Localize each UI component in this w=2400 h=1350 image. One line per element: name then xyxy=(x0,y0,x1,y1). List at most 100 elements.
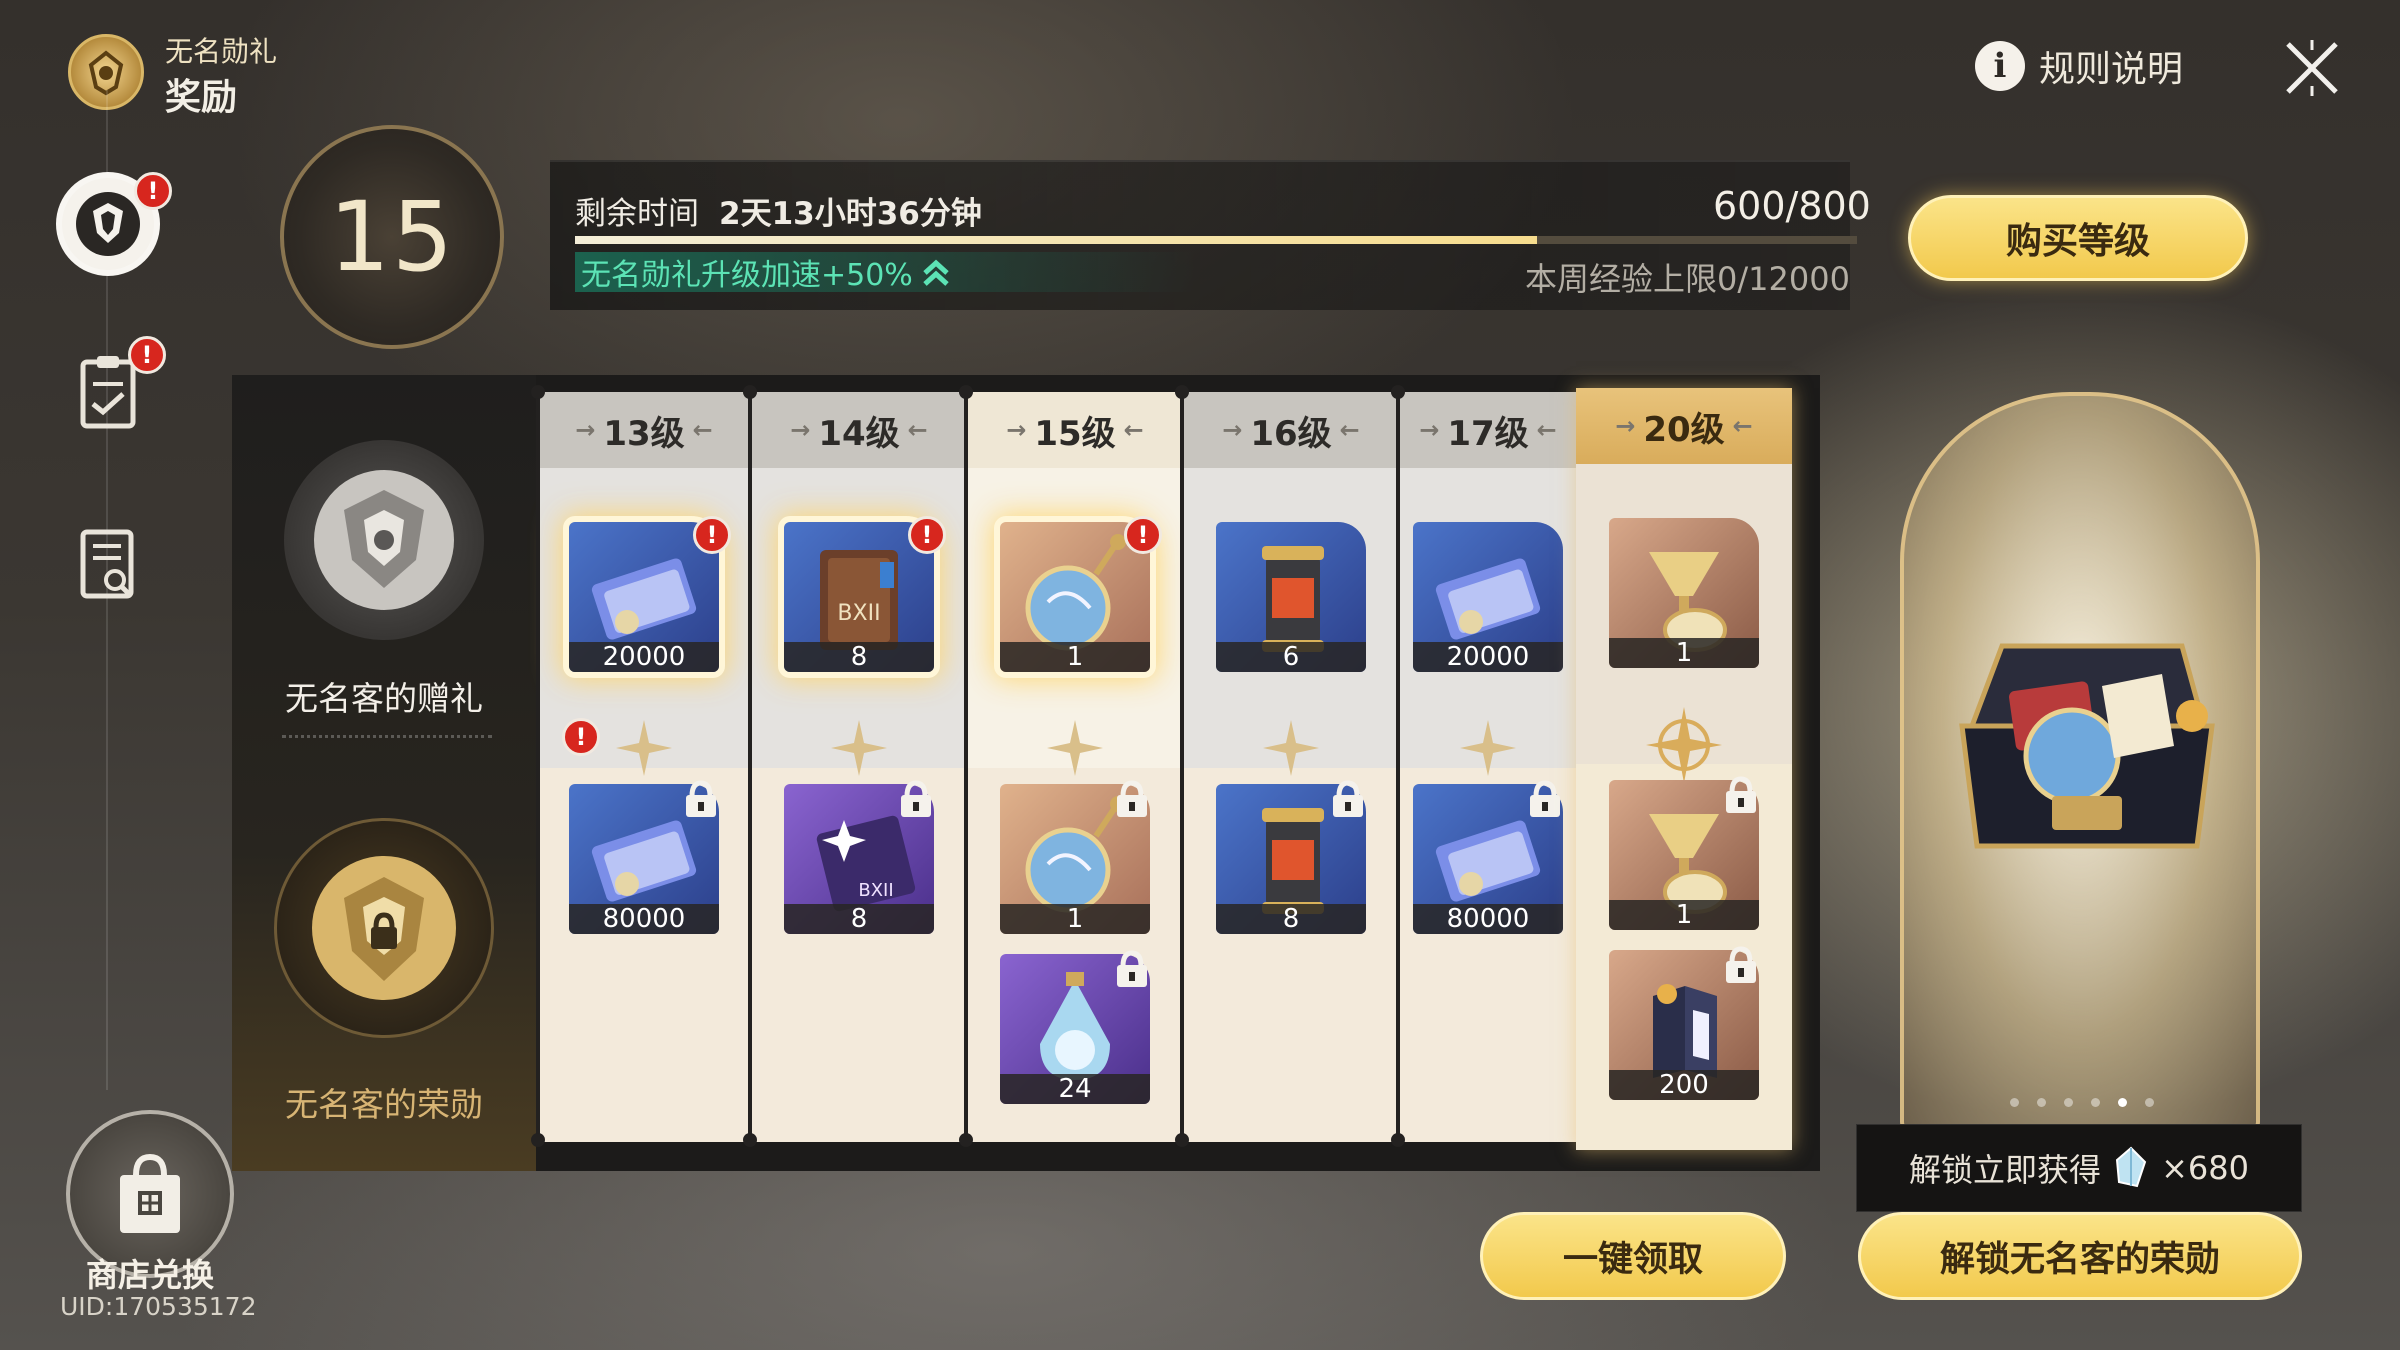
boost-banner: 无名勋礼升级加速+50% xyxy=(575,252,1195,293)
preview-pager[interactable] xyxy=(2010,1098,2154,1107)
divider-dot xyxy=(959,1133,973,1147)
item-quantity: 6 xyxy=(1216,642,1366,672)
level-badge: 15 xyxy=(280,125,504,349)
level-column: → 16级 ← 6 8 xyxy=(1184,392,1398,1142)
pager-dot[interactable] xyxy=(2064,1098,2073,1107)
claimable-alert-icon: ! xyxy=(1124,516,1162,554)
premium-track-emblem-icon xyxy=(274,818,494,1038)
info-icon: i xyxy=(1975,41,2025,91)
pager-dot[interactable] xyxy=(2091,1098,2100,1107)
column-divider xyxy=(1180,392,1184,1142)
level-header: → 13级 ← xyxy=(538,392,750,468)
item-quantity: 8 xyxy=(784,904,934,934)
pass-emblem-icon xyxy=(76,192,140,256)
item-quantity: 8 xyxy=(784,642,934,672)
pager-dot[interactable] xyxy=(2037,1098,2046,1107)
arrow-icon: → xyxy=(790,416,811,444)
column-divider xyxy=(1396,392,1400,1142)
svg-text:BXII: BXII xyxy=(858,880,893,901)
arrow-icon: → xyxy=(1615,412,1636,440)
arrow-icon: → xyxy=(575,416,596,444)
lock-icon xyxy=(1723,946,1759,984)
uid-text: UID:170535172 xyxy=(60,1292,257,1321)
remaining-value: 2天13小时36分钟 xyxy=(719,196,982,232)
arrow-icon: → xyxy=(1419,416,1440,444)
sidebar-item-quests[interactable] xyxy=(56,512,160,616)
quest-search-icon xyxy=(80,529,134,599)
claim-all-button[interactable]: 一键领取 xyxy=(1480,1212,1786,1300)
item-quantity: 1 xyxy=(1609,900,1759,930)
level-label: 20级 xyxy=(1643,409,1725,450)
level-label: 15级 xyxy=(1034,413,1116,454)
buy-level-button[interactable]: 购买等级 xyxy=(1908,195,2248,281)
rules-label: 规则说明 xyxy=(2039,49,2184,90)
boost-text: 无名勋礼升级加速+50% xyxy=(581,258,913,293)
free-reward-item[interactable]: 6 xyxy=(1216,522,1366,672)
level-label: 13级 xyxy=(603,413,685,454)
arrow-icon: ← xyxy=(692,416,713,444)
item-quantity: 1 xyxy=(1000,904,1150,934)
divider-dot xyxy=(531,385,545,399)
level-label: 14级 xyxy=(818,413,900,454)
divider-dot xyxy=(743,385,757,399)
claimable-alert-icon: ! xyxy=(693,516,731,554)
remaining-label: 剩余时间 xyxy=(575,196,699,232)
level-column: → 13级 ← 20000! 80000 xyxy=(538,392,750,1142)
compass-star-icon xyxy=(1646,707,1722,783)
four-point-star-icon xyxy=(831,720,887,776)
lock-icon xyxy=(1527,780,1563,818)
shopping-bag-icon xyxy=(120,1153,180,1233)
close-icon[interactable] xyxy=(2280,36,2344,100)
lock-icon xyxy=(1330,780,1366,818)
arrow-icon: ← xyxy=(1732,412,1753,440)
stellar-jade-icon xyxy=(2116,1146,2147,1188)
free-track-name: 无名客的赠礼 xyxy=(285,679,483,718)
exp-progress-fill xyxy=(575,236,1537,244)
claimable-alert-icon: ! xyxy=(908,516,946,554)
unlock-tip-text: 解锁立即获得 xyxy=(1909,1151,2102,1189)
unlock-reward-tip: 解锁立即获得 ×680 xyxy=(1856,1124,2302,1212)
unlock-premium-button[interactable]: 解锁无名客的荣勋 xyxy=(1858,1212,2302,1300)
weekly-exp-cap: 本周经验上限0/12000 xyxy=(1525,260,1850,298)
double-chevron-up-icon xyxy=(923,259,949,286)
level-header: → 20级 ← xyxy=(1576,388,1792,464)
item-quantity: 8 xyxy=(1216,904,1366,934)
free-reward-item[interactable]: 20000 xyxy=(1413,522,1563,672)
lock-icon xyxy=(1114,950,1150,988)
current-level: 15 xyxy=(328,181,456,293)
free-reward-item[interactable]: 1 xyxy=(1609,518,1759,668)
item-quantity: 24 xyxy=(1000,1074,1150,1104)
divider-dot xyxy=(1175,385,1189,399)
pager-dot[interactable] xyxy=(2118,1098,2127,1107)
shop-label: 商店兑换 xyxy=(85,1256,214,1294)
pager-dot[interactable] xyxy=(2145,1098,2154,1107)
arrow-icon: ← xyxy=(907,416,928,444)
divider-dot xyxy=(1391,1133,1405,1147)
level-column: → 20级 ← 1 1 200 xyxy=(1576,388,1792,1150)
premium-track-name: 无名客的荣勋 xyxy=(285,1085,483,1124)
column-divider xyxy=(964,392,968,1142)
track-alert-icon: ! xyxy=(562,718,600,756)
divider-dot xyxy=(531,1133,545,1147)
page-title: 奖励 xyxy=(165,77,238,118)
level-label: 16级 xyxy=(1250,413,1332,454)
column-divider xyxy=(748,392,752,1142)
sidebar-item-pass[interactable]: ! xyxy=(56,172,172,276)
arrow-icon: ← xyxy=(1339,416,1360,444)
chest-preview-card xyxy=(1900,392,2260,1132)
divider-dot xyxy=(1175,1133,1189,1147)
header-subtitle: 无名勋礼 xyxy=(165,35,278,68)
four-point-star-icon xyxy=(1460,720,1516,776)
item-quantity: 200 xyxy=(1609,1070,1759,1100)
item-quantity: 20000 xyxy=(569,642,719,672)
level-column: → 15级 ← 1! 1 24 xyxy=(968,392,1182,1142)
level-header: → 14级 ← xyxy=(752,392,966,468)
rules-button[interactable]: i 规则说明 xyxy=(1975,40,2183,92)
column-divider xyxy=(536,392,540,1142)
pager-dot[interactable] xyxy=(2010,1098,2019,1107)
remaining-time: 剩余时间 2天13小时36分钟 xyxy=(575,188,982,233)
divider-dot xyxy=(959,385,973,399)
sidebar-item-missions[interactable]: ! xyxy=(56,336,166,444)
arrow-icon: → xyxy=(1006,416,1027,444)
divider-dot xyxy=(1391,385,1405,399)
